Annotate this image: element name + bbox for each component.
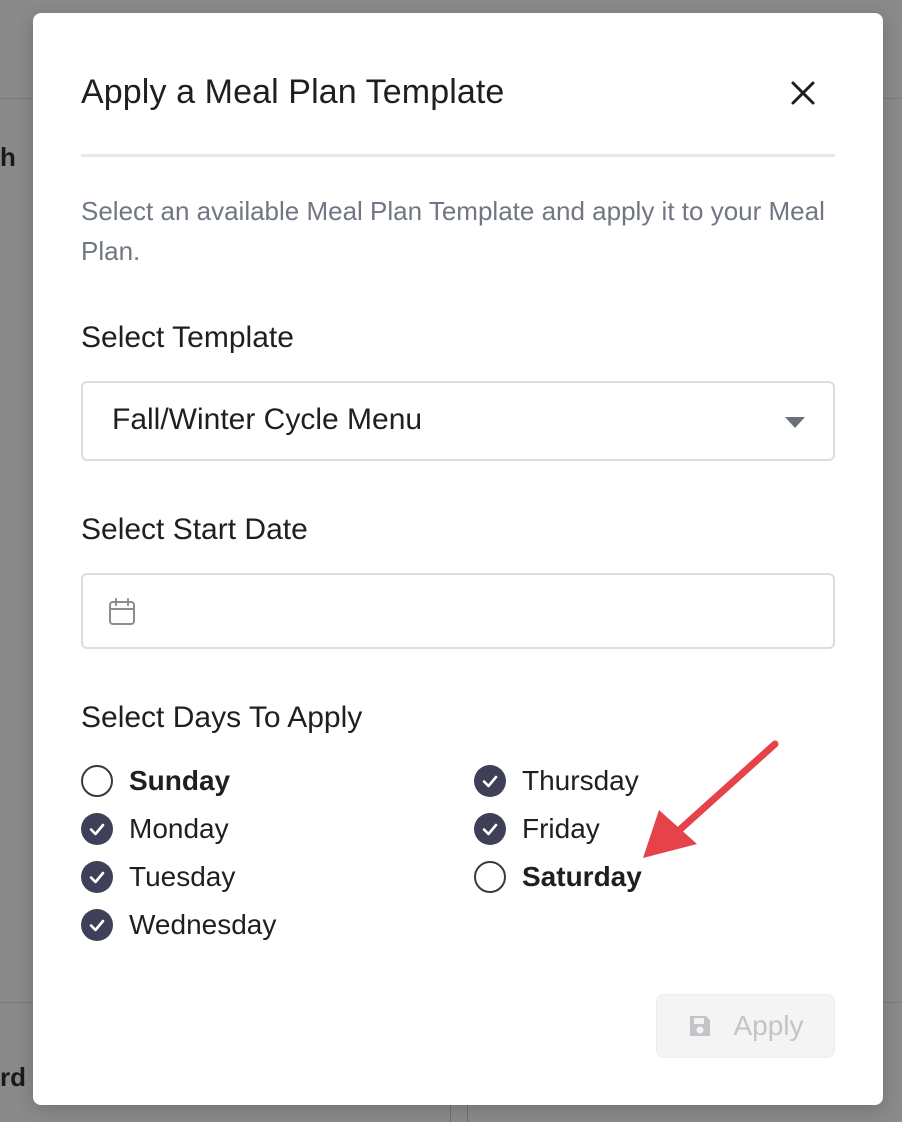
check-icon [89, 823, 105, 836]
annotation-arrow-icon [643, 740, 779, 858]
day-checkbox-friday[interactable]: Friday [474, 812, 600, 846]
day-checkbox-sunday[interactable]: Sunday [81, 764, 230, 798]
calendar-icon [109, 598, 135, 625]
checkbox[interactable] [474, 813, 506, 845]
select-start-date-label: Select Start Date [81, 513, 308, 546]
day-checkbox-wednesday[interactable]: Wednesday [81, 908, 276, 942]
checkbox[interactable] [81, 765, 113, 797]
template-select[interactable]: Fall/Winter Cycle Menu [81, 381, 835, 461]
day-checkbox-tuesday[interactable]: Tuesday [81, 860, 235, 894]
day-label: Monday [129, 813, 229, 844]
checkbox[interactable] [81, 909, 113, 941]
check-icon [89, 871, 105, 884]
caret-down-icon [785, 417, 805, 428]
background-text-fragment: h [0, 142, 16, 172]
checkbox[interactable] [474, 861, 506, 893]
day-label: Sunday [129, 765, 231, 796]
select-days-label: Select Days To Apply [81, 701, 363, 734]
day-label: Wednesday [129, 909, 277, 940]
select-template-label: Select Template [81, 321, 294, 354]
day-checkbox-saturday[interactable]: Saturday [474, 860, 642, 894]
close-icon [791, 81, 815, 105]
start-date-input[interactable] [81, 573, 835, 649]
day-checkbox-monday[interactable]: Monday [81, 812, 229, 846]
day-checkbox-thursday[interactable]: Thursday [474, 764, 639, 798]
background-text-fragment: rd [0, 1062, 26, 1092]
checkbox[interactable] [474, 765, 506, 797]
day-label: Saturday [522, 861, 642, 892]
checkbox[interactable] [81, 861, 113, 893]
apply-button[interactable]: Apply [656, 994, 835, 1058]
modal-title: Apply a Meal Plan Template [81, 73, 505, 111]
day-label: Friday [522, 813, 600, 844]
check-icon [482, 823, 498, 836]
close-button[interactable] [785, 75, 821, 111]
check-icon [89, 919, 105, 932]
apply-template-modal: Apply a Meal Plan Template Select an ava… [33, 13, 883, 1105]
modal-description: Select an available Meal Plan Template a… [81, 196, 825, 266]
template-select-value: Fall/Winter Cycle Menu [112, 403, 423, 436]
header-divider [81, 154, 835, 157]
checkbox[interactable] [81, 813, 113, 845]
save-icon [690, 1016, 711, 1036]
day-label: Thursday [522, 765, 639, 796]
apply-button-label: Apply [733, 1010, 804, 1041]
day-label: Tuesday [129, 861, 236, 892]
check-icon [482, 775, 498, 788]
